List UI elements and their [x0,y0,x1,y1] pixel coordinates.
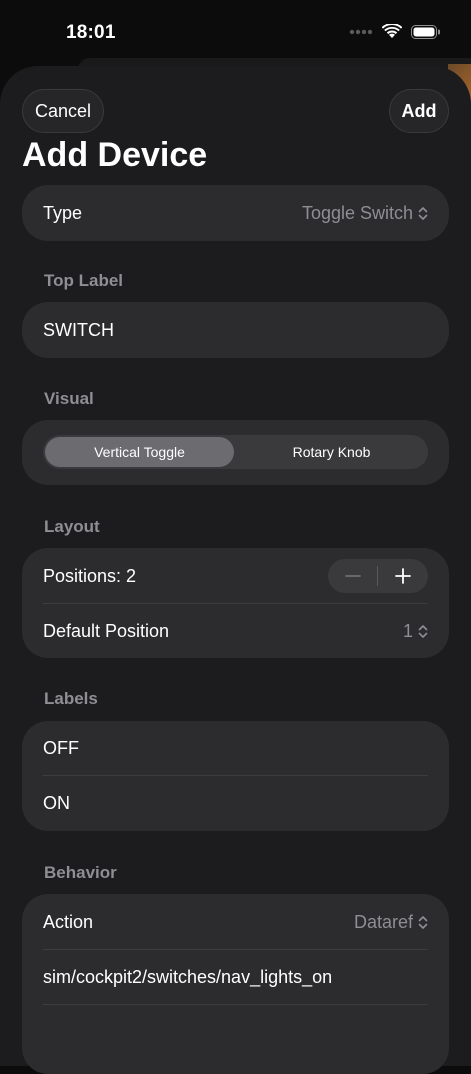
default-position-label: Default Position [43,620,170,641]
dataref-value: sim/cockpit2/switches/nav_lights_on [43,967,333,987]
status-time: 18:01 [66,22,116,43]
add-button[interactable]: Add [389,89,449,133]
add-device-sheet: Cancel Add Add Device Type Toggle Switch… [0,66,471,1074]
top-label-value: SWITCH [43,320,114,340]
visual-card: Vertical Toggle Rotary Knob [22,420,449,485]
cellular-signal-icon [349,29,373,34]
positions-stepper [328,559,428,593]
default-position-value: 1 [402,620,413,641]
visual-segmented-control: Vertical Toggle Rotary Knob [43,435,428,469]
type-card: Type Toggle Switch [22,185,449,241]
page-title: Add Device [22,136,208,174]
top-label-input[interactable]: SWITCH [43,302,428,358]
action-picker-row[interactable]: Action Dataref [43,894,428,950]
label-on-value: ON [43,793,70,813]
minus-icon [345,575,361,577]
battery-icon [411,24,440,39]
chevron-up-down-icon [418,915,428,929]
type-label: Type [43,202,83,223]
dataref-input[interactable]: sim/cockpit2/switches/nav_lights_on [43,950,428,1005]
chevron-up-down-icon [418,206,428,220]
default-position-picker-row[interactable]: Default Position 1 [43,604,428,658]
chevron-up-down-icon [418,624,428,638]
section-label-behavior: Behavior [44,863,117,882]
plus-icon [395,568,411,584]
labels-card: OFF ON [22,721,449,831]
label-off-input[interactable]: OFF [43,721,428,776]
segment-vertical-toggle[interactable]: Vertical Toggle [45,437,234,467]
section-label-visual: Visual [44,389,94,408]
behavior-card: Action Dataref sim/cockpit2/switches/nav… [22,894,449,1074]
cancel-button[interactable]: Cancel [22,89,104,133]
section-label-labels: Labels [44,689,98,708]
divider [43,1004,428,1005]
section-label-top-label: Top Label [44,271,124,290]
action-value: Dataref [353,911,413,932]
positions-label: Positions: 2 [43,565,137,586]
label-on-input[interactable]: ON [43,776,428,831]
top-label-card: SWITCH [22,302,449,358]
type-value: Toggle Switch [301,202,413,223]
layout-card: Positions: 2 Default Position 1 [22,548,449,658]
status-bar: 18:01 [0,0,471,66]
label-off-value: OFF [43,738,79,758]
increment-button[interactable] [378,559,428,593]
decrement-button[interactable] [328,559,378,593]
status-icons [349,24,441,39]
wifi-icon [382,24,402,38]
action-label: Action [43,911,94,932]
segment-rotary-knob[interactable]: Rotary Knob [237,437,426,467]
type-picker-row[interactable]: Type Toggle Switch [43,185,428,241]
section-label-layout: Layout [44,517,100,536]
